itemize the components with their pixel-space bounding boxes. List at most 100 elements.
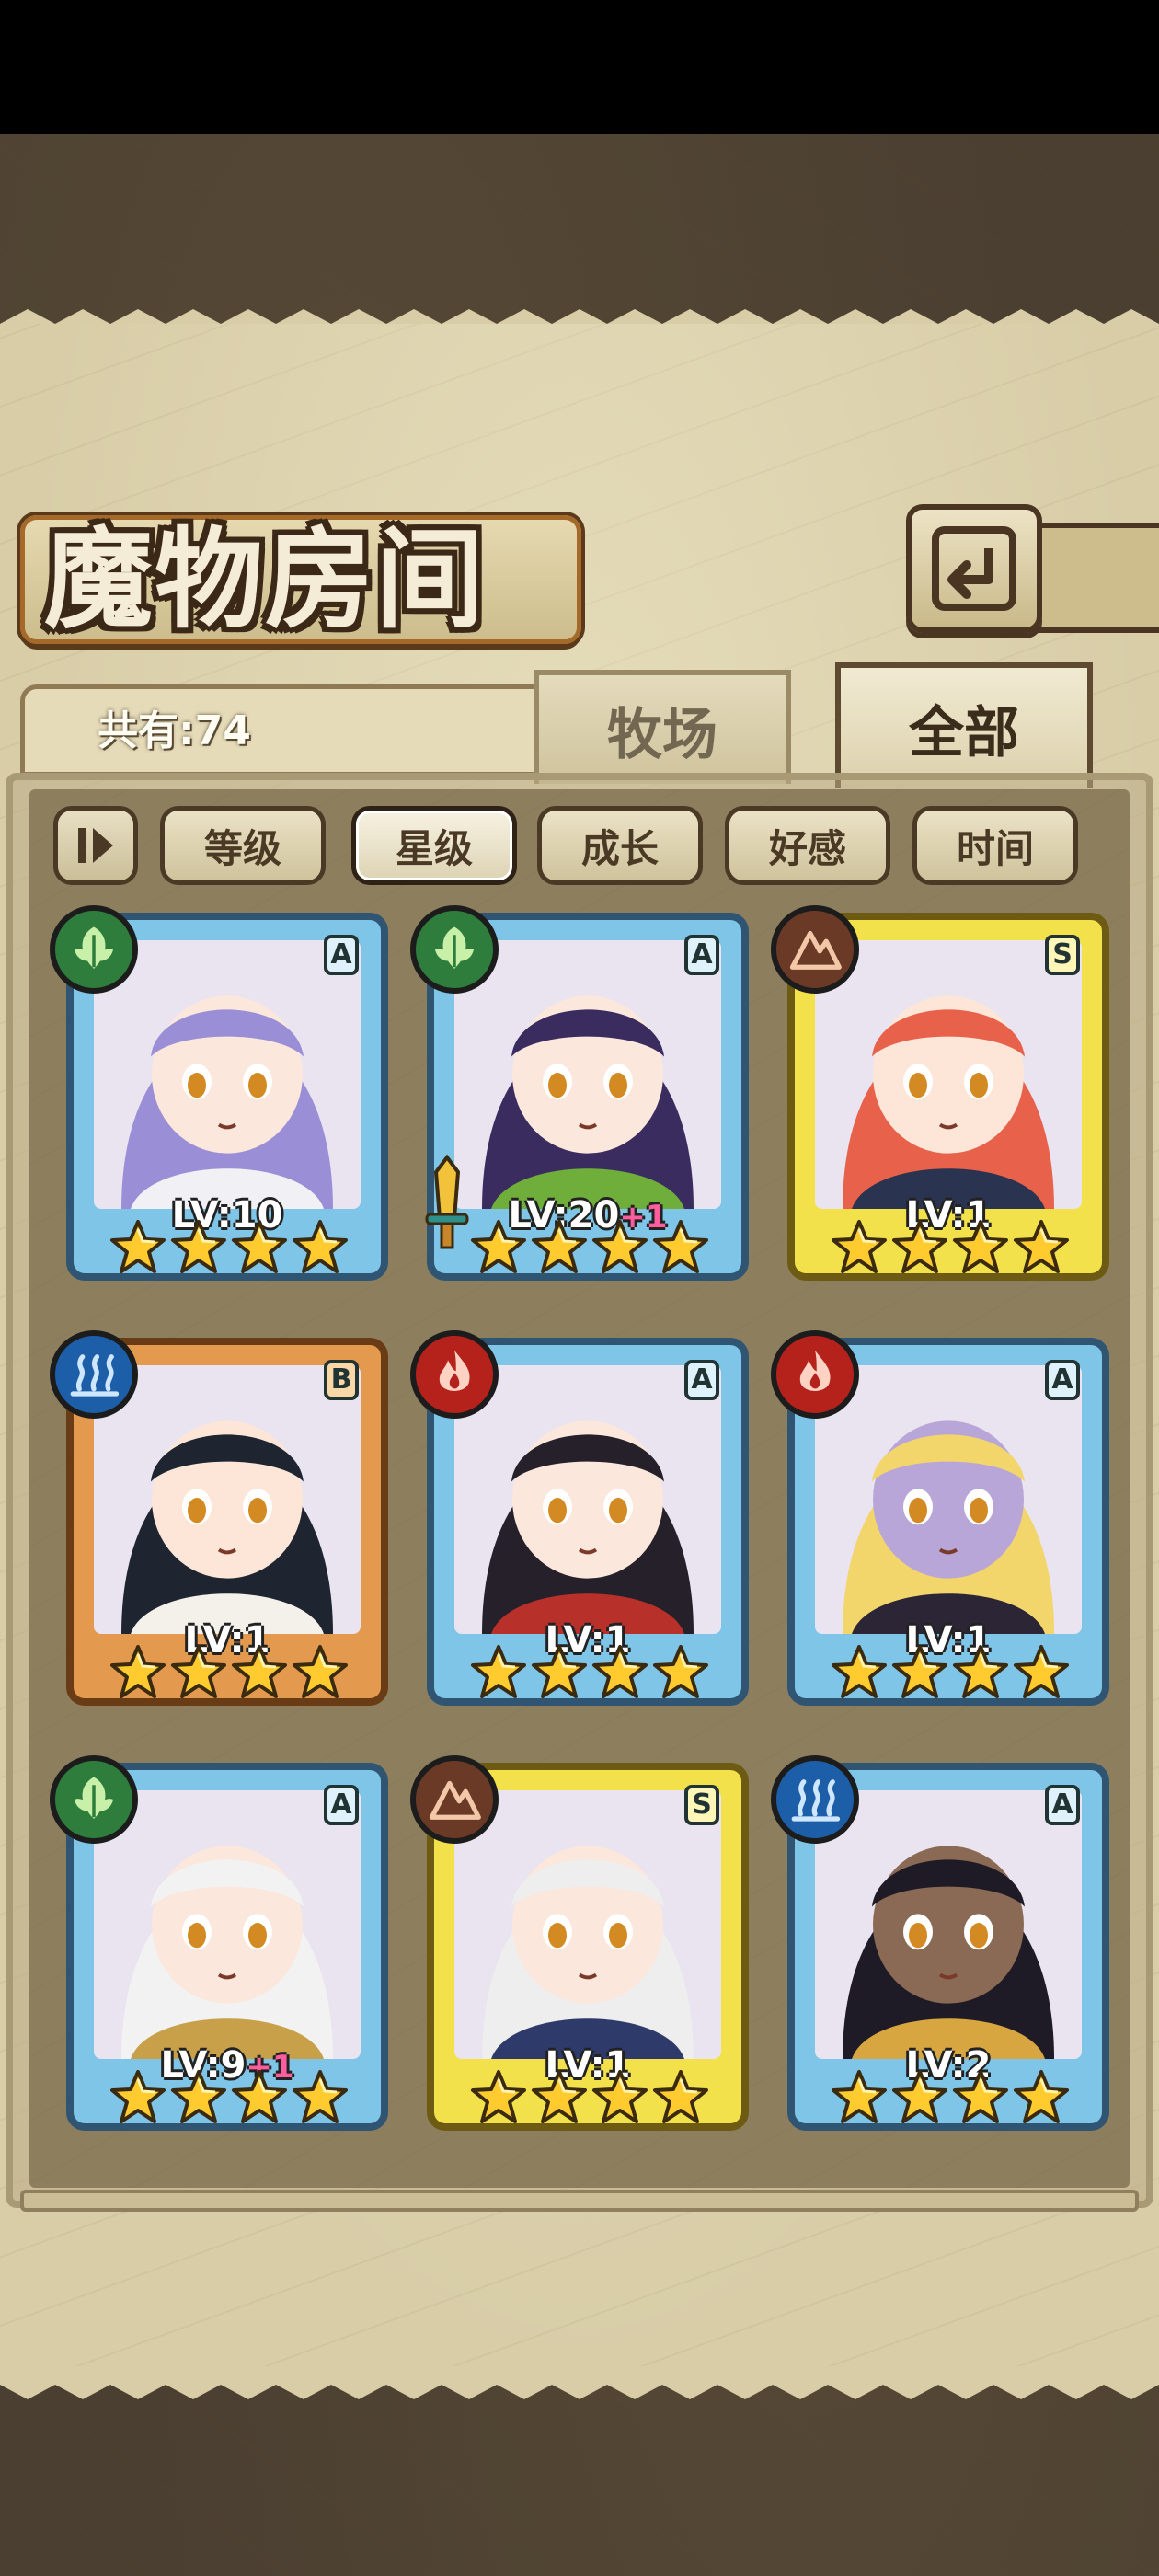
leaf-element-icon — [50, 905, 138, 994]
monster-card[interactable]: A LV:10 — [50, 905, 388, 1301]
monster-card[interactable]: A LV:2 — [771, 1755, 1109, 2151]
leaf-element-icon — [410, 905, 499, 994]
star-icon — [171, 1220, 226, 1273]
star-icon — [232, 2070, 287, 2123]
sort-star-button[interactable]: 星级 — [351, 806, 517, 885]
star-icon — [653, 1220, 708, 1273]
rank-badge: A — [1045, 1785, 1080, 1825]
star-icon — [232, 1645, 287, 1698]
star-rating — [826, 2064, 1074, 2131]
star-icon — [293, 1220, 348, 1273]
fire-element-icon — [410, 1330, 499, 1419]
star-icon — [953, 1220, 1008, 1273]
monster-portrait — [454, 940, 721, 1209]
monster-card[interactable]: A LV:20+1 — [410, 905, 749, 1301]
star-icon — [110, 1220, 166, 1273]
list-bottom-rail — [20, 2190, 1139, 2212]
monster-portrait — [454, 1790, 721, 2059]
star-icon — [832, 2070, 887, 2123]
water-element-icon — [771, 1755, 859, 1844]
star-icon — [532, 1220, 587, 1273]
tab-all[interactable]: 全部 — [835, 662, 1093, 788]
sort-level-label: 等级 — [203, 825, 281, 871]
monster-card[interactable]: S LV:1 — [771, 905, 1109, 1301]
earth-element-icon — [771, 905, 859, 994]
star-rating — [826, 1214, 1074, 1281]
rank-badge: A — [684, 1360, 719, 1400]
star-icon — [653, 1645, 708, 1698]
rank-badge: A — [324, 935, 359, 975]
monster-card[interactable]: B LV:1 — [50, 1330, 388, 1726]
sort-order-toggle[interactable] — [53, 806, 138, 885]
star-icon — [1014, 1220, 1069, 1273]
star-icon — [1014, 1645, 1069, 1698]
star-rating — [105, 1639, 353, 1706]
star-icon — [592, 1220, 648, 1273]
sort-time-button[interactable]: 时间 — [912, 806, 1078, 885]
monster-card[interactable]: S LV:1 — [410, 1755, 749, 2151]
sort-order-icon — [78, 828, 113, 863]
star-icon — [832, 1645, 887, 1698]
back-button[interactable] — [906, 504, 1042, 633]
monster-portrait — [94, 940, 361, 1209]
rank-badge: B — [324, 1360, 359, 1400]
sort-growth-label: 成长 — [580, 825, 659, 871]
monster-portrait-art — [94, 1790, 361, 2059]
return-arrow-icon — [932, 526, 1016, 611]
star-icon — [953, 1645, 1008, 1698]
monster-card[interactable]: A LV:9+1 — [50, 1755, 388, 2151]
sort-star-label: 星级 — [395, 825, 473, 871]
star-rating — [826, 1639, 1074, 1706]
monster-portrait — [815, 940, 1082, 1209]
monster-portrait — [94, 1365, 361, 1634]
star-icon — [171, 2070, 226, 2123]
star-icon — [832, 1220, 887, 1273]
sort-affection-label: 好感 — [768, 825, 846, 871]
star-icon — [471, 1645, 526, 1698]
star-icon — [653, 2070, 708, 2123]
monster-portrait-art — [815, 1365, 1082, 1634]
star-icon — [471, 1220, 526, 1273]
star-rating — [105, 1214, 353, 1281]
star-rating — [465, 1639, 714, 1706]
star-icon — [471, 2070, 526, 2123]
sort-level-button[interactable]: 等级 — [160, 806, 326, 885]
rank-badge: A — [684, 935, 719, 975]
star-icon — [592, 1645, 648, 1698]
star-icon — [232, 1220, 287, 1273]
star-icon — [293, 1645, 348, 1698]
panel-torn-edge-bottom — [0, 2366, 1159, 2399]
monster-portrait-art — [454, 940, 721, 1209]
monster-portrait-art — [454, 1790, 721, 2059]
rank-badge: S — [684, 1785, 719, 1825]
monster-card[interactable]: A LV:1 — [771, 1330, 1109, 1726]
sort-growth-button[interactable]: 成长 — [537, 806, 703, 885]
rank-badge: A — [1045, 1360, 1080, 1400]
star-icon — [532, 1645, 587, 1698]
star-rating — [105, 2064, 353, 2131]
tab-ranch[interactable]: 牧场 — [534, 670, 791, 784]
back-button-rail — [1030, 523, 1159, 633]
sort-time-label: 时间 — [956, 825, 1034, 871]
sort-affection-button[interactable]: 好感 — [725, 806, 890, 885]
rank-badge: S — [1045, 935, 1080, 975]
star-icon — [953, 2070, 1008, 2123]
star-icon — [110, 2070, 166, 2123]
star-icon — [892, 2070, 947, 2123]
star-icon — [110, 1645, 166, 1698]
star-icon — [171, 1645, 226, 1698]
monster-portrait-art — [815, 940, 1082, 1209]
earth-element-icon — [410, 1755, 499, 1844]
star-icon — [592, 2070, 648, 2123]
water-element-icon — [50, 1330, 138, 1419]
tab-all-label: 全部 — [909, 700, 1019, 765]
monster-portrait — [815, 1365, 1082, 1634]
star-icon — [892, 1220, 947, 1273]
star-icon — [532, 2070, 587, 2123]
monster-card[interactable]: A LV:1 — [410, 1330, 749, 1726]
star-icon — [1014, 2070, 1069, 2123]
star-rating — [465, 1214, 714, 1281]
monster-portrait — [454, 1365, 721, 1634]
monster-portrait-art — [454, 1365, 721, 1634]
monster-portrait-art — [94, 1365, 361, 1634]
